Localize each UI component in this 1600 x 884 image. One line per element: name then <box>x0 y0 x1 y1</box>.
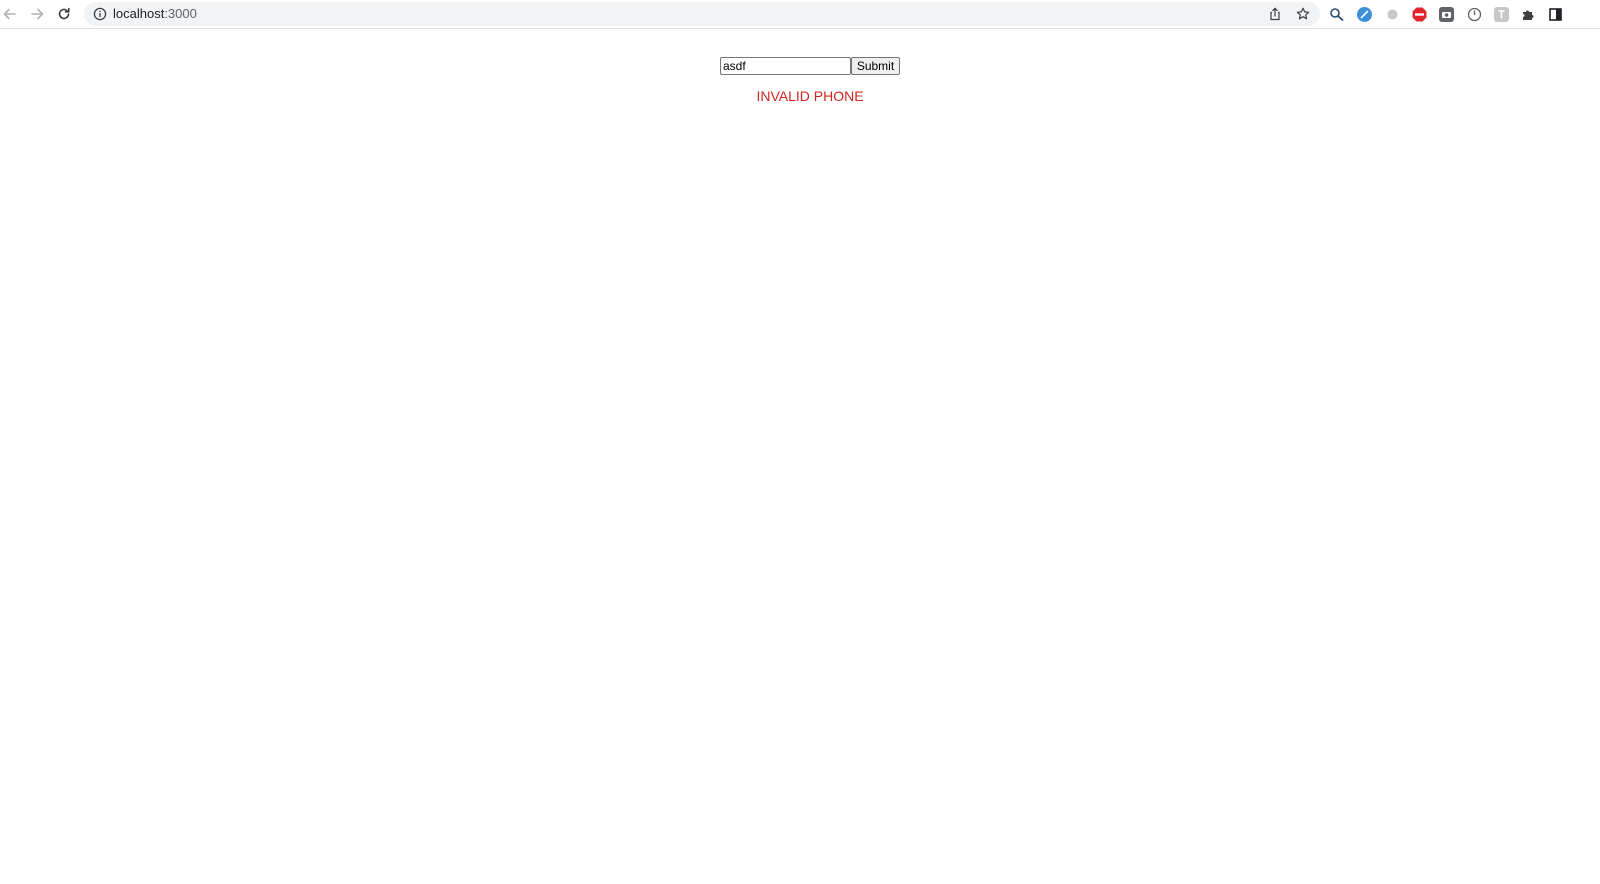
url-host: localhost <box>113 6 165 21</box>
clock-extension-button[interactable] <box>1467 7 1482 22</box>
side-panel-icon <box>1549 8 1562 21</box>
phone-input[interactable] <box>720 57 851 75</box>
submit-button[interactable]: Submit <box>851 57 900 75</box>
forward-button[interactable] <box>27 4 47 24</box>
magnifier-extension-button[interactable] <box>1329 7 1344 22</box>
camera-extension-button[interactable] <box>1439 7 1454 22</box>
error-message: INVALID PHONE <box>756 88 864 104</box>
magnifier-extension-icon <box>1330 8 1344 21</box>
pin-extension-button[interactable] <box>1494 7 1509 22</box>
phone-form: Submit <box>720 57 900 75</box>
back-icon <box>3 8 16 20</box>
back-button[interactable] <box>0 4 20 24</box>
reload-icon <box>58 7 70 20</box>
puzzle-extensions-icon <box>1523 10 1534 20</box>
grey-dot-extension-button[interactable] <box>1385 7 1400 22</box>
blue-extension-icon <box>1360 10 1369 19</box>
side-panel-button[interactable] <box>1548 7 1563 22</box>
reload-button[interactable] <box>54 4 74 24</box>
site-info-icon[interactable] <box>93 7 107 21</box>
share-icon[interactable] <box>1268 7 1282 21</box>
address-url[interactable]: localhost:3000 <box>113 7 197 21</box>
camera-extension-icon <box>1442 12 1451 18</box>
browser-toolbar: localhost:3000 <box>0 0 1600 29</box>
extensions-menu-button[interactable] <box>1521 7 1536 22</box>
grey-dot-extension-icon <box>1387 9 1398 20</box>
url-port: :3000 <box>164 6 197 21</box>
adblock-extension-button[interactable] <box>1412 7 1427 22</box>
clock-extension-icon <box>1467 7 1482 22</box>
blue-extension-button[interactable] <box>1357 7 1372 22</box>
adblock-extension-icon <box>1412 7 1427 22</box>
pin-extension-icon <box>1498 10 1505 19</box>
forward-icon <box>31 8 44 20</box>
bookmark-star-icon[interactable] <box>1296 7 1310 21</box>
address-bar[interactable]: localhost:3000 <box>84 2 1320 26</box>
